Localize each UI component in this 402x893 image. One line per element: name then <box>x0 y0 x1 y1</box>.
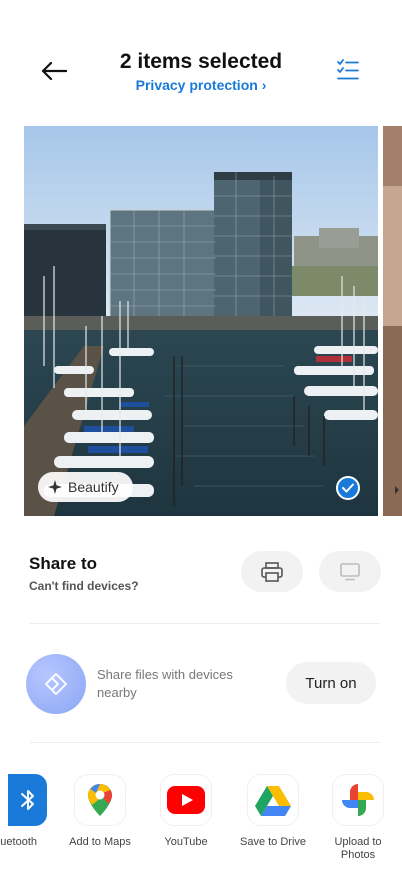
photos-icon <box>332 774 384 826</box>
nearby-share-icon <box>26 654 86 714</box>
youtube-icon <box>160 774 212 826</box>
selected-checkbox[interactable] <box>336 476 360 500</box>
device-button[interactable] <box>319 551 381 592</box>
share-app-bluetooth[interactable]: uetooth <box>0 774 47 849</box>
printer-icon <box>261 561 283 582</box>
app-label: uetooth <box>0 836 37 848</box>
share-app-photos[interactable]: Upload to Photos <box>322 774 394 862</box>
app-label: Add to Maps <box>69 836 131 848</box>
maps-icon <box>74 774 126 826</box>
app-label: Upload to Photos <box>334 836 382 861</box>
share-app-youtube[interactable]: YouTube <box>150 774 222 849</box>
sparkle-icon <box>48 480 62 494</box>
print-button[interactable] <box>241 551 303 592</box>
beautify-label: Beautify <box>68 479 119 495</box>
chevron-right-icon: › <box>261 77 267 93</box>
turn-on-button[interactable]: Turn on <box>286 662 376 704</box>
share-app-drive[interactable]: Save to Drive <box>237 774 309 849</box>
check-circle-icon <box>342 483 354 493</box>
nearby-share-row: Share files with devices nearby Turn on <box>0 652 402 716</box>
share-apps-row: uetooth Add to Maps YouTube Save to Driv… <box>0 774 402 884</box>
photo-thumbnail-selected[interactable]: Beautify <box>24 126 378 516</box>
harbor-photo <box>24 126 378 516</box>
bluetooth-icon <box>8 774 47 826</box>
share-app-maps[interactable]: Add to Maps <box>64 774 136 849</box>
drive-icon <box>247 774 299 826</box>
app-label: YouTube <box>164 836 208 848</box>
photo-carousel[interactable]: Beautify <box>24 126 402 516</box>
cant-find-devices-link[interactable]: Can't find devices? <box>29 579 139 593</box>
app-label: Save to Drive <box>239 836 307 848</box>
select-all-button[interactable] <box>336 58 362 84</box>
privacy-protection-label: Privacy protection <box>135 77 258 93</box>
photo-thumbnail-next[interactable] <box>383 126 402 516</box>
next-photo-preview <box>383 126 402 516</box>
divider <box>30 623 380 624</box>
monitor-icon <box>340 562 360 580</box>
divider <box>30 742 380 743</box>
checklist-icon <box>337 59 359 80</box>
header: 2 items selected Privacy protection › <box>0 0 402 120</box>
nearby-share-text: Share files with devices nearby <box>97 667 233 700</box>
beautify-button[interactable]: Beautify <box>38 472 133 502</box>
share-to-title: Share to <box>29 554 98 573</box>
